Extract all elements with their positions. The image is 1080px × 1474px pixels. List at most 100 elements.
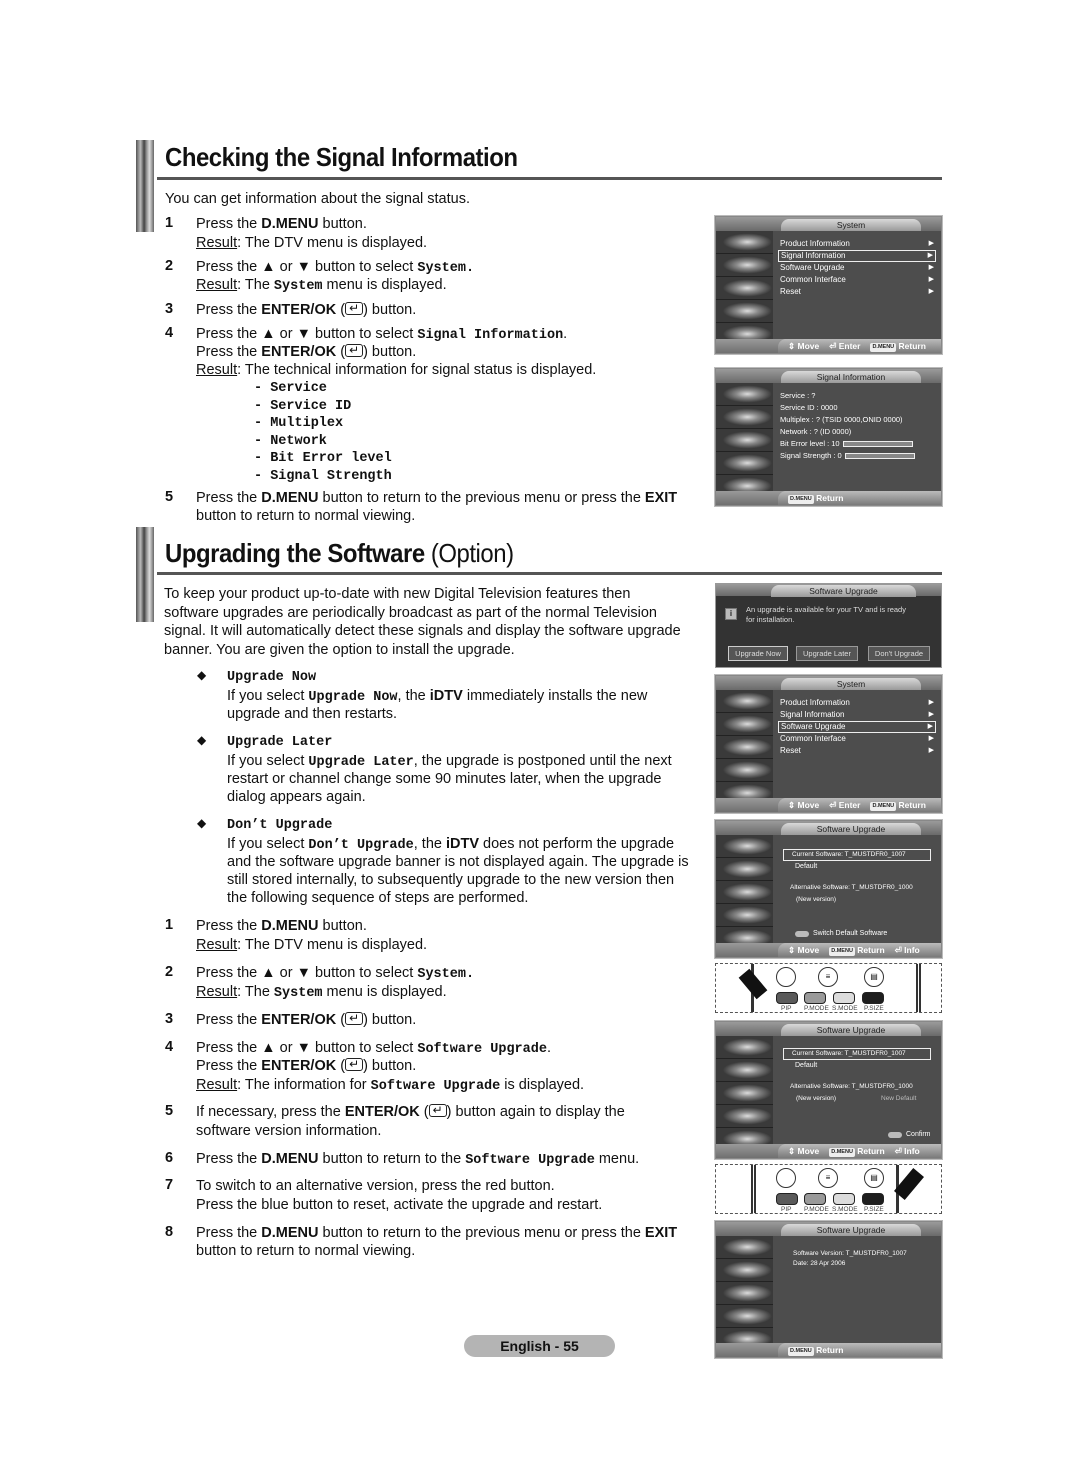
option-text: and the software upgrade banner is not d… (227, 854, 689, 870)
red-button[interactable] (776, 1193, 798, 1205)
step-number: 8 (165, 1224, 174, 1240)
step-text: Press the ENTER/OK () button. (196, 1009, 416, 1030)
signal-line: Service ID : 0000 (780, 403, 838, 412)
option-text: restart or channel change some 90 minute… (227, 771, 662, 787)
step-text: button to return to normal viewing. (196, 1243, 416, 1259)
step-result: Result: The technical information for si… (196, 362, 597, 378)
intro-text: You can get information about the signal… (165, 191, 470, 207)
signal-line: Network : ? (ID 0000) (780, 427, 852, 436)
yellow-button[interactable] (833, 992, 855, 1004)
software-version: Software Version: T_MUSTDFR0_1007 (793, 1250, 907, 1257)
remote-control-detail: ≡ ▤ PIP P.MODE S.MODE P.SIZE (715, 1164, 942, 1214)
screen-footer: ⇕ Move D.MENU Return ⏎ Info (778, 1144, 941, 1158)
option-title: Don’t Upgrade (227, 818, 333, 833)
current-software[interactable]: Current Software: T_MUSTDFR0_1007 (783, 849, 931, 861)
teletext-mix-icon: ▤ (864, 1168, 884, 1188)
remote-label: P.MODE (804, 1206, 829, 1213)
step-text: Press the ENTER/OK () button. (196, 1055, 416, 1076)
tv-screen-software-upgrade: Software Upgrade Current Software: T_MUS… (714, 819, 943, 959)
channel-icon (716, 277, 773, 300)
option-text: the following sequence of steps are perf… (227, 890, 529, 906)
step-result: Result: The System menu is displayed. (196, 984, 447, 1001)
step-text: If necessary, press the ENTER/OK () butt… (196, 1101, 625, 1122)
blue-button[interactable] (862, 1193, 884, 1205)
step-number: 4 (165, 325, 174, 341)
step-text: Press the D.MENU button. (196, 216, 367, 232)
confirm-label: Confirm (906, 1131, 931, 1138)
option-text: dialog appears again. (227, 789, 366, 805)
remote-label: P.SIZE (864, 1206, 884, 1213)
red-button[interactable] (776, 992, 798, 1004)
section-title-signal: Checking the Signal Information (165, 142, 518, 172)
step-number: 1 (165, 917, 174, 933)
dont-upgrade-button[interactable]: Don't Upgrade (868, 646, 930, 661)
red-key-icon (795, 931, 809, 937)
dialog-message: An upgrade is available for your TV and … (746, 605, 906, 624)
screen-title: Signal Information (781, 371, 921, 383)
blue-button[interactable] (862, 992, 884, 1004)
section-bar-decoration (136, 140, 154, 232)
step-number: 4 (165, 1039, 174, 1055)
step-text: Press the ENTER/OK () button. (196, 299, 416, 320)
green-button[interactable] (804, 992, 826, 1004)
step-text: Press the ENTER/OK () button. (196, 341, 416, 362)
signal-line: Service : ? (780, 391, 816, 400)
menu-item[interactable]: Product Information ▶ (778, 238, 936, 250)
tv-screen-system-menu: System Product Information ▶ Signal Infor… (714, 215, 943, 355)
step-text: To switch to an alternative version, pre… (196, 1178, 555, 1194)
return-hint: D.MENU Return (870, 341, 926, 352)
step-text: button to return to normal viewing. (196, 508, 416, 524)
bullet-diamond-icon: ◆ (197, 668, 207, 682)
menu-item-selected[interactable]: Software Upgrade ▶ (778, 721, 936, 733)
current-software[interactable]: Current Software: T_MUSTDFR0_1007 (783, 1048, 931, 1060)
menu-category-icons (716, 835, 773, 950)
remote-button (776, 1168, 796, 1188)
menu-item[interactable]: Common Interface ▶ (778, 733, 936, 745)
menu-item[interactable]: Common Interface ▶ (778, 274, 936, 286)
signal-item: - Network (254, 433, 327, 449)
enter-hint: ⏎ Enter (829, 341, 861, 351)
enter-icon (428, 1101, 447, 1120)
menu-item[interactable]: Software Upgrade ▶ (778, 262, 936, 274)
upgrade-later-button[interactable]: Upgrade Later (796, 646, 858, 661)
section-bar-decoration (136, 527, 154, 622)
signal-strength-row: Signal Strength : 0 (780, 451, 915, 460)
move-hint: ⇕ Move (788, 341, 820, 351)
new-default-label: New Default (881, 1095, 917, 1102)
signal-items-list: - Service - Service ID - Multiplex - Net… (254, 380, 392, 485)
step-text: Press the blue button to reset, activate… (196, 1197, 603, 1213)
upgrade-now-button[interactable]: Upgrade Now (728, 646, 788, 661)
alternative-software: Alternative Software: T_MUSTDFR0_1000 (790, 884, 913, 891)
tv-screen-system-menu: System Product Information ▶ Signal Infor… (714, 674, 943, 814)
green-button[interactable] (804, 1193, 826, 1205)
signal-item: - Service (254, 381, 327, 396)
remote-label: P.MODE (804, 1005, 829, 1012)
signal-line: Multiplex : ? (TSID 0000,ONID 0000) (780, 415, 903, 424)
step-number: 2 (165, 258, 174, 274)
step-number: 5 (165, 1103, 174, 1119)
signal-strength-bar (844, 453, 915, 459)
screen-footer: D.MENU Return (778, 491, 941, 505)
yellow-button[interactable] (833, 1193, 855, 1205)
screen-footer: ⇕ Move D.MENU Return ⏎ Info (778, 943, 941, 957)
step-number: 6 (165, 1150, 174, 1166)
menu-item[interactable]: Signal Information ▶ (778, 709, 936, 721)
step-text: Press the D.MENU button to return to the… (196, 490, 678, 506)
step-text: software version information. (196, 1123, 382, 1139)
tv-screen-software-upgrade-new-default: Software Upgrade Current Software: T_MUS… (714, 1020, 943, 1160)
tv-screen-signal-information: Signal Information Service : ? Service I… (714, 367, 943, 507)
intro-paragraph: To keep your product up-to-date with new… (164, 586, 681, 658)
menu-item[interactable]: Product Information ▶ (778, 697, 936, 709)
step-number: 7 (165, 1177, 174, 1193)
menu-category-icons (716, 1036, 773, 1151)
menu-item-selected[interactable]: Signal Information ▶ (778, 250, 936, 262)
menu-item[interactable]: Reset ▶ (778, 286, 936, 298)
default-label: Default (795, 1062, 818, 1069)
screen-footer: ⇕ Move ⏎ Enter D.MENU Return (778, 798, 941, 812)
step-text: Press the D.MENU button to return to the… (196, 1225, 678, 1241)
teletext-icon: ≡ (818, 1168, 838, 1188)
step-text: Press the D.MENU button. (196, 918, 367, 934)
menu-item[interactable]: Reset ▶ (778, 745, 936, 757)
switch-default-software: Switch Default Software (813, 930, 888, 937)
step-number: 3 (165, 1011, 174, 1027)
